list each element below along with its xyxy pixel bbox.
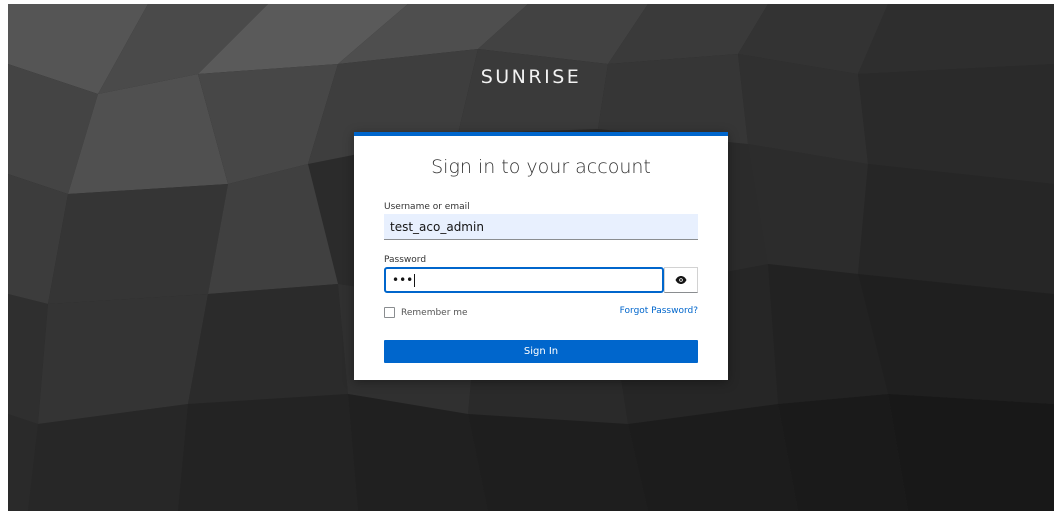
remember-me-checkbox[interactable]: [384, 307, 395, 318]
remember-me-row[interactable]: Remember me: [384, 307, 468, 318]
password-label: Password: [384, 255, 427, 265]
brand-title: SUNRISE: [480, 66, 582, 88]
sign-in-button[interactable]: Sign In: [384, 340, 698, 363]
login-card: Sign in to your account Username or emai…: [354, 132, 728, 380]
login-heading: Sign in to your account: [431, 156, 651, 178]
show-password-button[interactable]: [664, 267, 698, 293]
forgot-password-link[interactable]: Forgot Password?: [620, 306, 698, 316]
text-caret: [414, 274, 416, 287]
eye-icon: [675, 276, 687, 284]
remember-me-label[interactable]: Remember me: [401, 308, 468, 318]
login-page-background: SUNRISE Sign in to your account Username…: [8, 4, 1054, 511]
username-label: Username or email: [384, 202, 470, 212]
username-input[interactable]: test_aco_admin: [384, 214, 698, 240]
password-value: •••: [392, 273, 414, 287]
password-input[interactable]: •••: [384, 267, 664, 293]
